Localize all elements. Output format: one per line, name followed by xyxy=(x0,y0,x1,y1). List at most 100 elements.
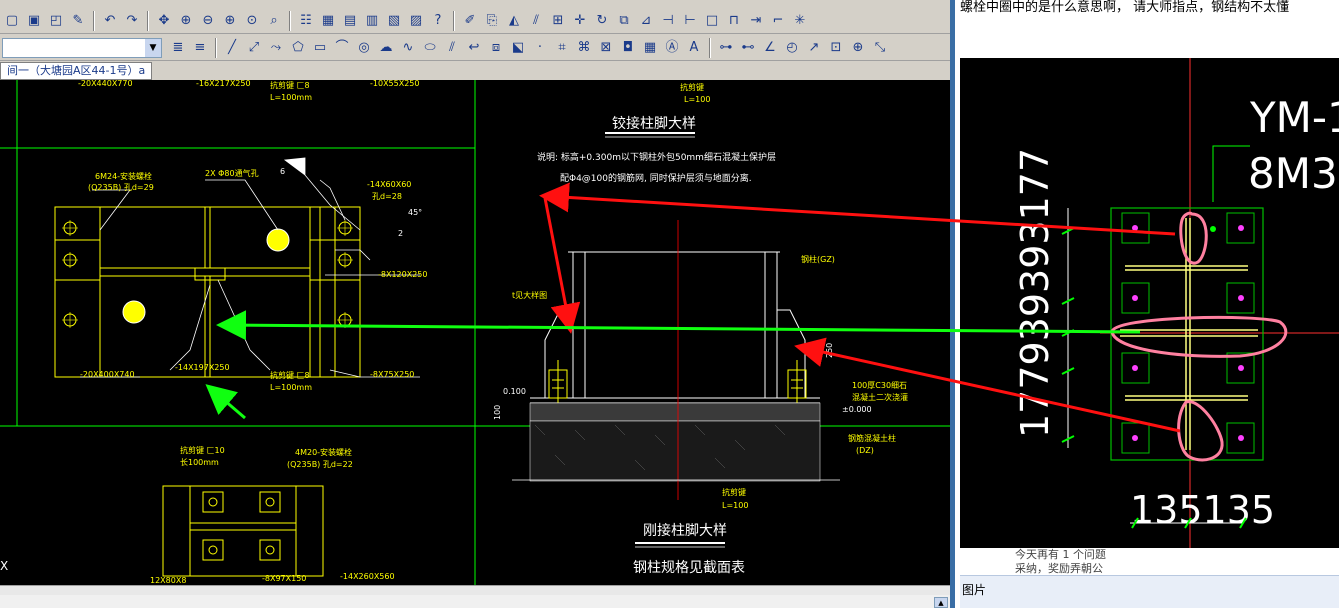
array-icon[interactable]: ⊞ xyxy=(548,11,568,31)
cad-application-window: ▢ ▣ ◰ ✎ ↶ ↷ ✥ ⊕ ⊖ ⊕ ⊙ ⌕ ☷ ▦ ▤ ▥ ▧ ▨ ? ✐ … xyxy=(0,0,950,608)
toolbar-separator xyxy=(93,10,95,31)
insert-block-icon[interactable]: ↩ xyxy=(464,38,484,58)
note-line-2: 配Φ4@100的钢筋网, 同时保护层须与地面分离. xyxy=(560,172,752,184)
circle-icon[interactable]: ◎ xyxy=(354,38,374,58)
drawing-canvas[interactable]: -20X440X770 -16X217X250 抗剪键 匚8 L=100mm -… xyxy=(0,80,950,585)
point-icon[interactable]: · xyxy=(530,38,550,58)
pan-icon[interactable]: ✥ xyxy=(154,11,174,31)
scroll-up-icon[interactable]: ▲ xyxy=(934,597,948,608)
detail-tag-ym: YM-1 xyxy=(1249,93,1339,142)
vent-hole-lower xyxy=(122,300,146,324)
line-icon[interactable]: ╱ xyxy=(222,38,242,58)
table-icon[interactable]: ▦ xyxy=(640,38,660,58)
new-file-icon[interactable]: ▢ xyxy=(2,11,22,31)
scale-icon[interactable]: ⧉ xyxy=(614,11,634,31)
document-tab[interactable]: 间一（大塘园A区44-1号）a xyxy=(0,62,153,80)
sheet-set-icon[interactable]: ▥ xyxy=(362,11,382,31)
hatch-icon[interactable]: ⌗ xyxy=(552,38,572,58)
boundary-icon[interactable]: ⊠ xyxy=(596,38,616,58)
explode-icon[interactable]: ✳ xyxy=(790,11,810,31)
detail-image[interactable]: YM-1 8M30 xyxy=(960,58,1339,548)
mirror-icon[interactable]: ◭ xyxy=(504,11,524,31)
detail-base-plate xyxy=(1110,207,1264,461)
standard-toolbar: ▢ ▣ ◰ ✎ ↶ ↷ ✥ ⊕ ⊖ ⊕ ⊙ ⌕ ☷ ▦ ▤ ▥ ▧ ▨ ? ✐ … xyxy=(0,8,950,34)
toolbar-separator xyxy=(289,10,291,31)
ellipse-icon[interactable]: ⬭ xyxy=(420,38,440,58)
offset-icon[interactable]: ⫽ xyxy=(526,11,546,31)
calculator-icon[interactable]: ▨ xyxy=(406,11,426,31)
text-icon[interactable]: A xyxy=(684,38,704,58)
ellipse-arc-icon[interactable]: ⫽ xyxy=(442,38,462,58)
move-icon[interactable]: ✛ xyxy=(570,11,590,31)
break-icon[interactable]: □ xyxy=(702,11,722,31)
spline-icon[interactable]: ∿ xyxy=(398,38,418,58)
design-center-icon[interactable]: ▦ xyxy=(318,11,338,31)
label-bolt-grade: (Q235B) 孔d=29 xyxy=(88,183,154,192)
column-spec: 钢柱规格见截面表 xyxy=(633,560,745,576)
region-icon[interactable]: ◘ xyxy=(618,38,638,58)
linear-dimension-icon[interactable]: ⊶ xyxy=(716,38,736,58)
copy-icon[interactable]: ⎘ xyxy=(482,11,502,31)
markup-icon[interactable]: ▧ xyxy=(384,11,404,31)
tolerance-icon[interactable]: ⊡ xyxy=(826,38,846,58)
zoom-extents-icon[interactable]: ⌕ xyxy=(264,11,284,31)
note-line-1: 说明: 标高+0.300m以下钢柱外包50mm细石混凝土保护层 xyxy=(537,151,776,163)
open-file-icon[interactable]: ▣ xyxy=(24,11,44,31)
label-elev-000: ±0.000 xyxy=(842,405,872,414)
leader-icon[interactable]: ↗ xyxy=(804,38,824,58)
fillet-icon[interactable]: ⌐ xyxy=(768,11,788,31)
match-properties-icon[interactable]: ✎ xyxy=(68,11,88,31)
center-mark-icon[interactable]: ⊕ xyxy=(848,38,868,58)
label-elev-0100: 0.100 xyxy=(503,387,526,396)
write-block-icon[interactable]: ⬕ xyxy=(508,38,528,58)
construction-line-icon[interactable]: ⤢ xyxy=(244,38,264,58)
multiline-text-icon[interactable]: Ⓐ xyxy=(662,38,682,58)
make-block-icon[interactable]: ⧈ xyxy=(486,38,506,58)
help-icon[interactable]: ? xyxy=(428,11,448,31)
toolbar-separator xyxy=(215,37,217,58)
label-shear-key-bottom: 抗剪键 xyxy=(722,487,746,497)
undo-icon[interactable]: ↶ xyxy=(100,11,120,31)
zoom-out-icon[interactable]: ⊖ xyxy=(198,11,218,31)
layer-manager-icon[interactable]: ≣ xyxy=(168,38,188,58)
label-dim-100: 100 xyxy=(493,405,502,420)
horizontal-scrollbar[interactable] xyxy=(0,585,950,595)
erase-icon[interactable]: ✐ xyxy=(460,11,480,31)
redo-icon[interactable]: ↷ xyxy=(122,11,142,31)
label-top-right-len: L=100 xyxy=(684,95,710,104)
chevron-down-icon[interactable]: ▼ xyxy=(145,38,161,57)
dim-edit-icon[interactable]: ⤡ xyxy=(870,38,890,58)
chamfer-icon[interactable]: ⇥ xyxy=(746,11,766,31)
label-concrete-2: 混凝土二次浇灌 xyxy=(852,392,908,402)
label-concrete: 100厚C30细石 xyxy=(852,380,907,390)
layer-states-icon[interactable]: ≡ xyxy=(190,38,210,58)
rectangle-icon[interactable]: ▭ xyxy=(310,38,330,58)
question-text: 螺栓中圈中的是什么意思啊， 请大师指点，钢结构不太懂 xyxy=(960,0,1290,15)
angular-dimension-icon[interactable]: ∠ xyxy=(760,38,780,58)
zoom-window-icon[interactable]: ⊕ xyxy=(220,11,240,31)
arc-icon[interactable]: ⌒ xyxy=(332,38,352,58)
label-plate-14x60-hole: 孔d=28 xyxy=(372,192,402,201)
extend-icon[interactable]: ⊢ xyxy=(680,11,700,31)
rotate-icon[interactable]: ↻ xyxy=(592,11,612,31)
polygon-icon[interactable]: ⬠ xyxy=(288,38,308,58)
rigid-base-plate xyxy=(162,485,324,577)
zoom-previous-icon[interactable]: ⊙ xyxy=(242,11,262,31)
label-plate-8x120: -8X120X250 xyxy=(378,270,427,279)
gradient-icon[interactable]: ⌘ xyxy=(574,38,594,58)
stretch-icon[interactable]: ⊿ xyxy=(636,11,656,31)
radius-dimension-icon[interactable]: ◴ xyxy=(782,38,802,58)
toolbar-separator xyxy=(709,37,711,58)
label-plate-top-left: -20X440X770 xyxy=(78,80,133,88)
polyline-icon[interactable]: ⤳ xyxy=(266,38,286,58)
aligned-dimension-icon[interactable]: ⊷ xyxy=(738,38,758,58)
label-top-right-key: 抗剪键 xyxy=(680,82,704,92)
tool-palette-icon[interactable]: ▤ xyxy=(340,11,360,31)
join-icon[interactable]: ⊓ xyxy=(724,11,744,31)
trim-icon[interactable]: ⊣ xyxy=(658,11,678,31)
properties-icon[interactable]: ☷ xyxy=(296,11,316,31)
save-icon[interactable]: ◰ xyxy=(46,11,66,31)
revision-cloud-icon[interactable]: ☁ xyxy=(376,38,396,58)
layer-dropdown[interactable]: ▼ xyxy=(2,37,162,58)
zoom-realtime-icon[interactable]: ⊕ xyxy=(176,11,196,31)
